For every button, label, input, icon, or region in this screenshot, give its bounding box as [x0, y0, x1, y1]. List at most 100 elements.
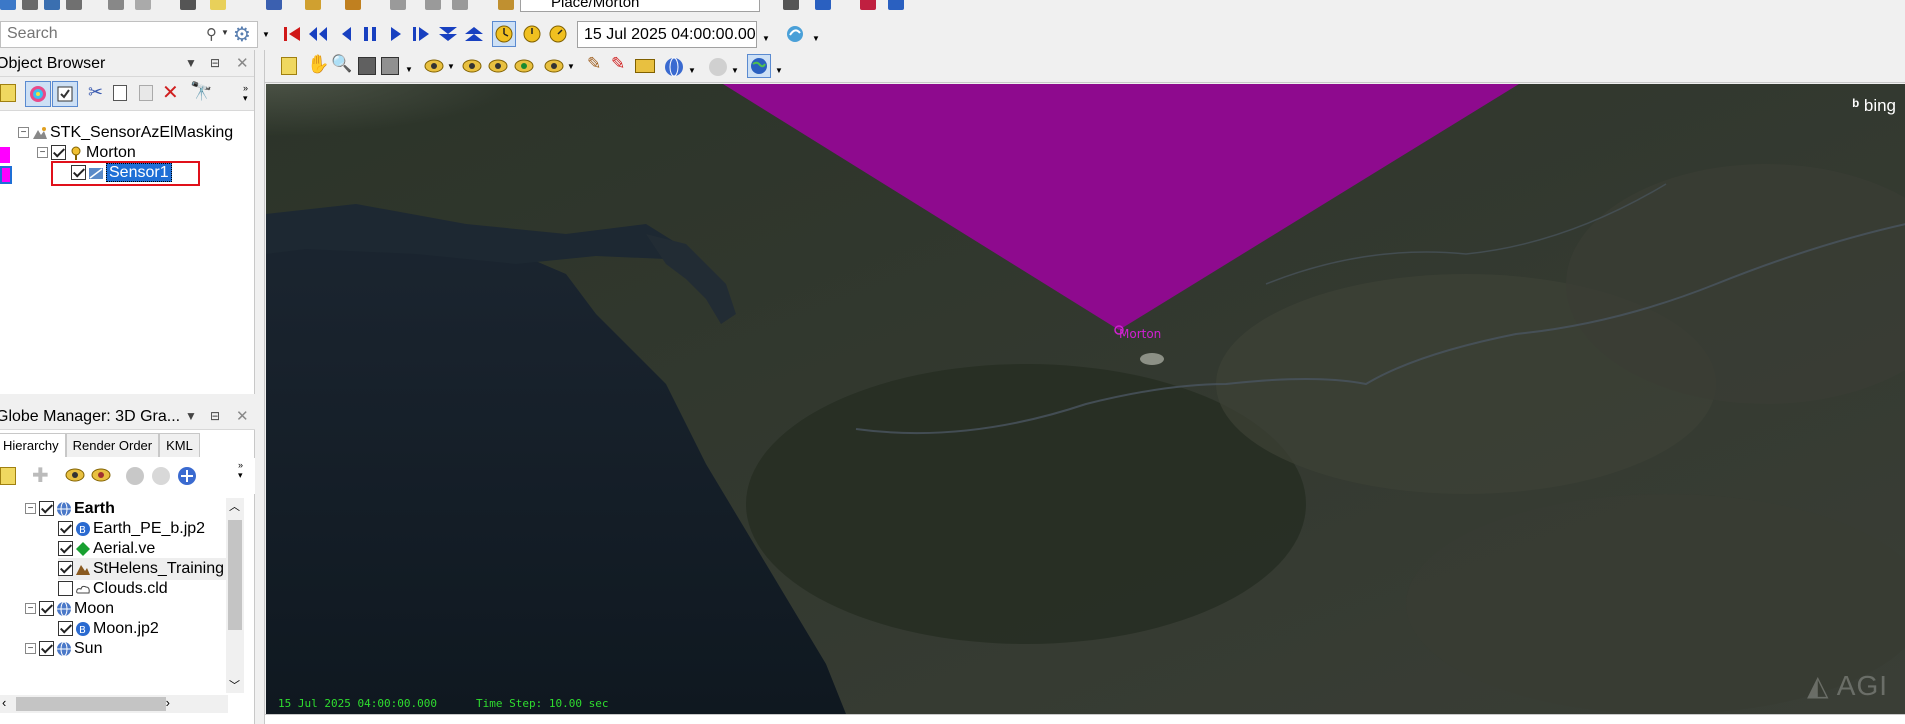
search-icon[interactable]: ⚲: [206, 25, 217, 43]
gear-icon[interactable]: ⚙: [233, 22, 251, 47]
panel-menu-icon[interactable]: ▼: [185, 50, 197, 77]
visibility-checkbox[interactable]: [58, 581, 73, 597]
add-icon[interactable]: ✚: [32, 463, 49, 488]
tree-item-earth-image[interactable]: B Earth_PE_b.jp2: [58, 518, 205, 540]
collapse-toggle[interactable]: −: [25, 603, 36, 615]
tree-item-clouds[interactable]: Clouds.cld: [58, 578, 168, 600]
grid-icon[interactable]: [860, 0, 876, 10]
delete-icon[interactable]: ✕: [162, 80, 179, 105]
chain-icon[interactable]: [345, 0, 361, 10]
collapse-toggle[interactable]: −: [18, 127, 29, 139]
globe-gray-icon[interactable]: [124, 465, 146, 487]
view-from-to-icon[interactable]: [358, 57, 376, 75]
eye-object-icon[interactable]: [543, 56, 565, 78]
step-back-button[interactable]: [334, 21, 358, 47]
tree-item-terrain[interactable]: StHelens_Training: [58, 558, 228, 580]
visibility-checkbox[interactable]: [58, 541, 73, 557]
color-toggle-button[interactable]: [25, 81, 51, 107]
chart-icon[interactable]: [266, 0, 282, 10]
realtime-button[interactable]: [492, 21, 516, 47]
dropdown-icon[interactable]: ▼: [731, 66, 739, 75]
decrease-timestep-button[interactable]: [436, 21, 460, 47]
refresh-button[interactable]: [783, 21, 807, 47]
dropdown-icon[interactable]: ▼: [447, 62, 455, 71]
ruler-icon[interactable]: [635, 59, 655, 73]
route-icon[interactable]: [425, 0, 441, 10]
eye-home-icon[interactable]: [461, 56, 483, 78]
object-selector-combo[interactable]: Place/Morton: [520, 0, 760, 12]
vertical-scrollbar[interactable]: ︿ ﹀: [226, 498, 244, 693]
measure-icon[interactable]: ✎: [587, 54, 601, 74]
collapse-toggle[interactable]: −: [37, 147, 48, 159]
notes-icon[interactable]: [0, 84, 16, 102]
tree-item-sensor[interactable]: Sensor1: [71, 162, 172, 184]
pin-icon[interactable]: ⊟: [210, 403, 220, 430]
access-icon[interactable]: [305, 0, 321, 10]
tree-item-moon[interactable]: − Moon: [25, 598, 114, 620]
horizontal-scrollbar[interactable]: ‹ ›: [0, 695, 228, 713]
search-input[interactable]: [1, 22, 201, 46]
step-forward-button[interactable]: [410, 21, 434, 47]
eye-top-icon[interactable]: [513, 56, 535, 78]
x-realtime-button[interactable]: [520, 21, 544, 47]
pin-icon[interactable]: ⊟: [210, 50, 220, 77]
dropdown-icon[interactable]: ▼: [567, 62, 575, 71]
save-icon[interactable]: [44, 0, 60, 10]
visibility-checkbox[interactable]: [58, 561, 73, 577]
bars-icon[interactable]: [888, 0, 904, 10]
visibility-checkbox[interactable]: [39, 601, 54, 617]
link-icon[interactable]: [390, 0, 406, 10]
overflow-icon[interactable]: » ▾: [243, 83, 248, 104]
forward-icon[interactable]: [815, 0, 831, 10]
notes-icon[interactable]: [210, 0, 226, 10]
notes-icon[interactable]: [281, 57, 297, 75]
print-icon[interactable]: [66, 0, 82, 10]
tree-item-scenario[interactable]: − STK_SensorAzElMasking: [18, 122, 233, 144]
scroll-up-icon[interactable]: ︿: [229, 498, 240, 514]
globe-manager-toggle-button[interactable]: [747, 54, 771, 78]
open-icon[interactable]: [22, 0, 38, 10]
eye-view-icon[interactable]: [423, 56, 445, 78]
visibility-checkbox[interactable]: [58, 521, 73, 537]
check-toggle-button[interactable]: [52, 81, 78, 107]
tree-item-earth[interactable]: − Earth: [25, 498, 115, 520]
overflow-icon[interactable]: » ▾: [238, 460, 243, 481]
insert-object-icon[interactable]: [108, 0, 124, 10]
collapse-toggle[interactable]: −: [25, 503, 36, 515]
notes-icon[interactable]: [0, 467, 16, 485]
dropdown-icon[interactable]: ▼: [775, 66, 783, 75]
visibility-checkbox[interactable]: [71, 165, 86, 181]
map-icon[interactable]: [783, 0, 799, 10]
dropdown-icon[interactable]: ▼: [688, 66, 696, 75]
search-box[interactable]: ⚲ ▼ ⚙: [0, 21, 258, 48]
cut-icon[interactable]: ✂: [88, 82, 103, 103]
globe-settings-icon[interactable]: [663, 56, 685, 78]
tree-item-moon-image[interactable]: B Moon.jp2: [58, 618, 159, 640]
paste-icon[interactable]: [139, 85, 153, 101]
eye-north-icon[interactable]: [487, 56, 509, 78]
animation-time-field[interactable]: 15 Jul 2025 04:00:00.000: [577, 21, 757, 48]
time-dropdown-icon[interactable]: ▼: [762, 34, 770, 43]
tab-hierarchy[interactable]: Hierarchy: [0, 433, 66, 457]
pan-hand-icon[interactable]: ✋: [307, 54, 329, 75]
tab-render-order[interactable]: Render Order: [65, 433, 160, 457]
scroll-thumb[interactable]: [16, 697, 166, 711]
globe-scene[interactable]: [266, 84, 1905, 714]
new-scenario-icon[interactable]: [0, 0, 16, 10]
globe-eye-icon[interactable]: [64, 465, 86, 487]
toolbar-overflow-icon[interactable]: ▼: [262, 30, 270, 39]
panel-menu-icon[interactable]: ▼: [185, 403, 197, 430]
copy-icon[interactable]: [113, 85, 127, 101]
scroll-right-icon[interactable]: ›: [166, 695, 170, 710]
scroll-left-icon[interactable]: ‹: [2, 695, 6, 710]
globe-eye-2-icon[interactable]: [90, 465, 112, 487]
visibility-checkbox[interactable]: [39, 641, 54, 657]
swap-icon[interactable]: [452, 0, 468, 10]
visibility-checkbox[interactable]: [58, 621, 73, 637]
scroll-thumb[interactable]: [228, 520, 242, 630]
tree-item-sun[interactable]: − Sun: [25, 638, 102, 660]
snapshot-icon[interactable]: [381, 57, 399, 75]
visibility-checkbox[interactable]: [51, 145, 66, 161]
report-icon[interactable]: [180, 0, 196, 10]
play-button[interactable]: [384, 21, 408, 47]
